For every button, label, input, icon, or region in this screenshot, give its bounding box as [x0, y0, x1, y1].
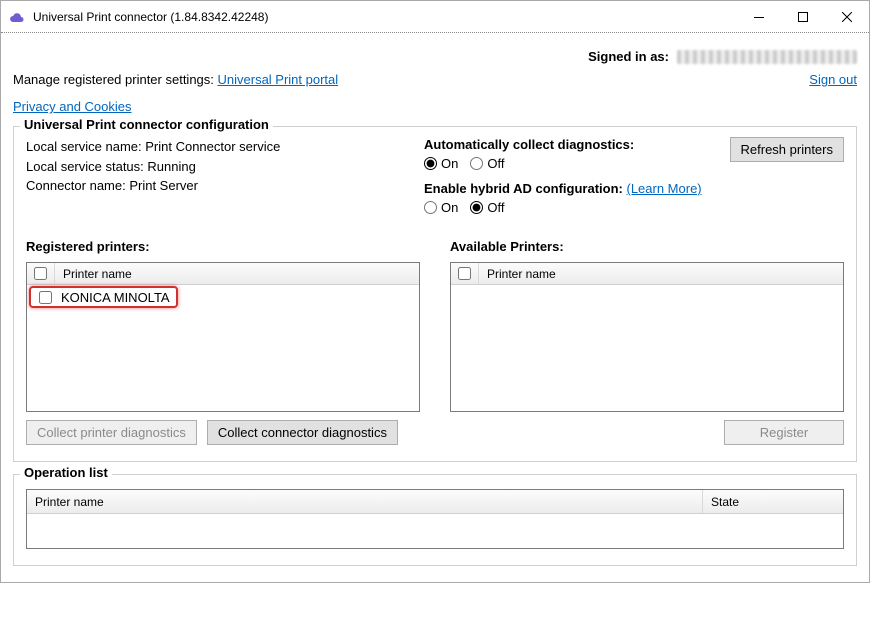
auto-diag-radios: On Off	[424, 156, 718, 171]
window-frame: Universal Print connector (1.84.8342.422…	[0, 0, 870, 583]
printers-row: Registered printers: Printer name KONICA…	[26, 239, 844, 445]
auto-diag-on[interactable]: On	[424, 156, 458, 171]
service-name-label: Local service name:	[26, 139, 145, 154]
manage-prefix: Manage registered printer settings:	[13, 72, 218, 87]
titlebar: Universal Print connector (1.84.8342.422…	[1, 1, 869, 33]
register-button: Register	[724, 420, 844, 445]
operation-body	[27, 514, 843, 548]
auto-diag-off-radio[interactable]	[470, 157, 483, 170]
collect-connector-diagnostics-button[interactable]: Collect connector diagnostics	[207, 420, 398, 445]
available-buttons: Register	[450, 420, 844, 445]
window-controls	[737, 2, 869, 32]
available-col: Available Printers: Printer name Registe…	[450, 239, 844, 445]
minimize-button[interactable]	[737, 2, 781, 32]
registered-row-name: KONICA MINOLTA	[59, 290, 170, 305]
top-links-row: Manage registered printer settings: Univ…	[13, 72, 857, 114]
window-title: Universal Print connector (1.84.8342.422…	[33, 10, 737, 24]
registered-label: Registered printers:	[26, 239, 420, 254]
sign-out-link[interactable]: Sign out	[809, 72, 857, 87]
registered-col: Registered printers: Printer name KONICA…	[26, 239, 420, 445]
connector-name-value: Print Server	[129, 178, 198, 193]
config-fieldset: Universal Print connector configuration …	[13, 126, 857, 462]
signed-in-user-redacted	[677, 50, 857, 64]
hybrid-label-row: Enable hybrid AD configuration: (Learn M…	[424, 181, 718, 196]
operation-table: Printer name State	[26, 489, 844, 549]
registered-listbox[interactable]: Printer name KONICA MINOLTA	[26, 262, 420, 412]
privacy-cookies-link[interactable]: Privacy and Cookies	[13, 99, 132, 114]
auto-diag-label: Automatically collect diagnostics:	[424, 137, 718, 152]
available-listbox[interactable]: Printer name	[450, 262, 844, 412]
hybrid-on[interactable]: On	[424, 200, 458, 215]
operation-legend: Operation list	[20, 465, 112, 480]
registered-header: Printer name	[27, 263, 419, 285]
config-legend: Universal Print connector configuration	[20, 117, 273, 132]
service-status-value: Running	[147, 159, 195, 174]
available-select-all[interactable]	[458, 267, 471, 280]
service-name-value: Print Connector service	[145, 139, 280, 154]
client-area: Signed in as: Manage registered printer …	[1, 33, 869, 582]
registered-header-name: Printer name	[55, 267, 419, 281]
hybrid-off[interactable]: Off	[470, 200, 504, 215]
registered-row-checkbox[interactable]	[39, 291, 52, 304]
config-right: Automatically collect diagnostics: On Of…	[424, 137, 844, 225]
diag-block: Automatically collect diagnostics: On Of…	[424, 137, 718, 225]
cloud-print-icon	[9, 9, 25, 25]
learn-more-link[interactable]: (Learn More)	[626, 181, 701, 196]
registered-select-all[interactable]	[34, 267, 47, 280]
operation-col-state: State	[703, 490, 843, 513]
hybrid-off-radio[interactable]	[470, 201, 483, 214]
refresh-printers-button[interactable]: Refresh printers	[730, 137, 844, 162]
registered-buttons: Collect printer diagnostics Collect conn…	[26, 420, 420, 445]
config-left: Local service name: Print Connector serv…	[26, 137, 400, 196]
available-label: Available Printers:	[450, 239, 844, 254]
signed-in-label: Signed in as:	[588, 49, 669, 64]
operation-fieldset: Operation list Printer name State	[13, 474, 857, 566]
auto-diag-on-radio[interactable]	[424, 157, 437, 170]
maximize-button[interactable]	[781, 2, 825, 32]
hybrid-label: Enable hybrid AD configuration:	[424, 181, 623, 196]
signed-in-row: Signed in as:	[13, 43, 857, 68]
close-button[interactable]	[825, 2, 869, 32]
available-header-name: Printer name	[479, 267, 843, 281]
operation-col-name: Printer name	[27, 490, 703, 513]
operation-header: Printer name State	[27, 490, 843, 514]
hybrid-radios: On Off	[424, 200, 718, 215]
auto-diag-off[interactable]: Off	[470, 156, 504, 171]
service-status-label: Local service status:	[26, 159, 147, 174]
manage-line: Manage registered printer settings: Univ…	[13, 72, 338, 114]
connector-name-label: Connector name:	[26, 178, 129, 193]
hybrid-on-radio[interactable]	[424, 201, 437, 214]
universal-print-portal-link[interactable]: Universal Print portal	[218, 72, 339, 87]
available-header: Printer name	[451, 263, 843, 285]
registered-row-highlighted[interactable]: KONICA MINOLTA	[29, 286, 178, 308]
config-top: Local service name: Print Connector serv…	[26, 137, 844, 225]
collect-printer-diagnostics-button: Collect printer diagnostics	[26, 420, 197, 445]
